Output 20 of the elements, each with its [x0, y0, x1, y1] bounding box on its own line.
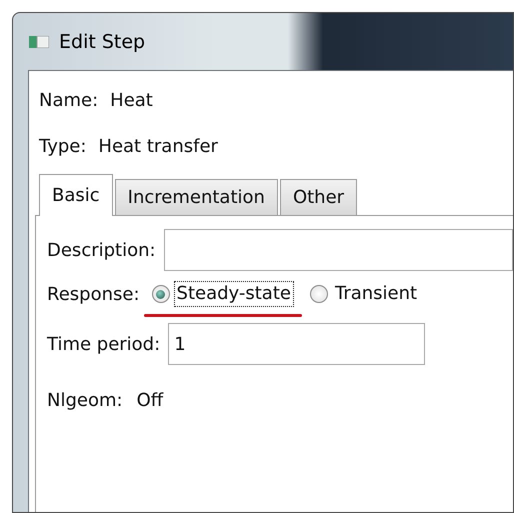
time-period-field[interactable]: 1	[168, 323, 426, 365]
radio-label[interactable]: Transient	[332, 281, 420, 307]
time-period-label: Time period:	[47, 334, 160, 354]
radio-button[interactable]	[152, 285, 170, 303]
description-field[interactable]	[164, 229, 513, 271]
radio-button[interactable]	[310, 285, 328, 303]
tab[interactable]: Basic	[39, 174, 113, 216]
name-value: Heat	[110, 90, 153, 110]
response-label: Response:	[47, 284, 140, 304]
radio-label[interactable]: Steady-state	[174, 281, 294, 307]
type-label: Type:	[39, 136, 86, 156]
nlgeom-value: Off	[136, 390, 164, 410]
tab[interactable]: Incrementation	[114, 179, 278, 215]
type-value: Heat transfer	[98, 136, 218, 156]
window-title: Edit Step	[59, 30, 146, 52]
name-label: Name:	[39, 90, 98, 110]
description-label: Description:	[47, 240, 156, 260]
window-icon	[29, 36, 49, 48]
nlgeom-label: Nlgeom:	[47, 390, 123, 410]
tab[interactable]: Other	[280, 179, 358, 215]
